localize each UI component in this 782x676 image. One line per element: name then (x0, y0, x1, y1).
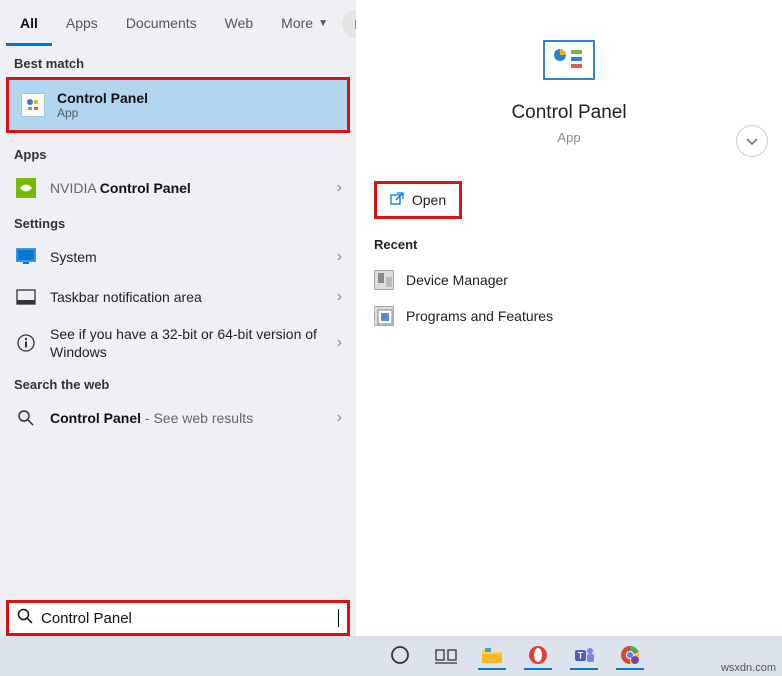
text-cursor (338, 609, 339, 627)
settings-header: Settings (0, 208, 356, 237)
tab-all[interactable]: All (6, 2, 52, 46)
chevron-right-icon: › (337, 334, 342, 352)
programs-features-icon (374, 306, 394, 326)
tab-apps[interactable]: Apps (52, 2, 112, 46)
info-icon (14, 331, 38, 355)
recent-item-device-manager[interactable]: Device Manager (374, 262, 764, 298)
filter-tabs: All Apps Documents Web More ▼ I ··· ✕ (0, 0, 356, 48)
search-window: All Apps Documents Web More ▼ I ··· ✕ Be… (0, 0, 782, 636)
settings-result-taskbar[interactable]: Taskbar notification area › (0, 277, 356, 317)
web-result-bold: Control Panel (50, 410, 141, 426)
settings-result-bitness[interactable]: See if you have a 32-bit or 64-bit versi… (0, 317, 356, 369)
file-explorer-icon[interactable] (478, 642, 506, 670)
recent-item-label: Programs and Features (406, 308, 553, 324)
search-web-header: Search the web (0, 369, 356, 398)
control-panel-icon (21, 93, 45, 117)
recent-item-programs[interactable]: Programs and Features (374, 298, 764, 334)
teams-icon[interactable]: T (570, 642, 598, 670)
web-result[interactable]: Control Panel - See web results › (0, 398, 356, 438)
chevron-right-icon: › (337, 409, 342, 427)
search-icon (17, 608, 33, 628)
chevron-down-icon: ▼ (318, 18, 328, 29)
settings-result-label: Taskbar notification area (50, 289, 325, 305)
web-result-suffix: - See web results (141, 410, 253, 426)
app-result-bold: Control Panel (100, 180, 191, 196)
svg-text:T: T (578, 651, 584, 661)
tab-documents[interactable]: Documents (112, 2, 211, 46)
watermark: wsxdn.com (721, 662, 776, 674)
chrome-icon[interactable] (616, 642, 644, 670)
recent-header: Recent (374, 237, 764, 252)
best-match-title: Control Panel (57, 90, 148, 106)
best-match-result[interactable]: Control Panel App (6, 77, 350, 133)
search-box[interactable] (6, 600, 350, 636)
best-match-header: Best match (0, 48, 356, 77)
recent-item-label: Device Manager (406, 272, 508, 288)
settings-result-label: System (50, 249, 325, 265)
nvidia-icon (14, 176, 38, 200)
expand-button[interactable] (736, 125, 768, 157)
tab-more[interactable]: More ▼ (267, 2, 342, 46)
app-result-nvidia[interactable]: NVIDIA Control Panel › (0, 168, 356, 208)
detail-subtitle: App (557, 130, 580, 145)
open-icon (390, 192, 404, 209)
apps-header: Apps (0, 139, 356, 168)
best-match-subtitle: App (57, 106, 148, 120)
app-result-prefix: NVIDIA (50, 180, 100, 196)
taskbar-icon (14, 285, 38, 309)
results-panel: All Apps Documents Web More ▼ I ··· ✕ Be… (0, 0, 356, 636)
tab-web[interactable]: Web (211, 2, 268, 46)
device-manager-icon (374, 270, 394, 290)
opera-icon[interactable] (524, 642, 552, 670)
control-panel-large-icon (543, 40, 595, 80)
open-label: Open (412, 192, 446, 208)
settings-result-system[interactable]: System › (0, 237, 356, 277)
tab-more-label: More (281, 15, 313, 31)
taskbar: T (0, 636, 782, 676)
monitor-icon (14, 245, 38, 269)
detail-panel: Control Panel App Open Recent Device Man… (356, 0, 782, 636)
search-icon (14, 406, 38, 430)
task-view-icon[interactable] (432, 642, 460, 670)
chevron-right-icon: › (337, 248, 342, 266)
chevron-right-icon: › (337, 179, 342, 197)
cortana-icon[interactable] (386, 642, 414, 670)
open-button[interactable]: Open (374, 181, 462, 219)
detail-title: Control Panel (511, 102, 626, 124)
settings-result-label: See if you have a 32-bit or 64-bit versi… (50, 325, 325, 361)
chevron-right-icon: › (337, 288, 342, 306)
search-input[interactable] (41, 610, 338, 627)
